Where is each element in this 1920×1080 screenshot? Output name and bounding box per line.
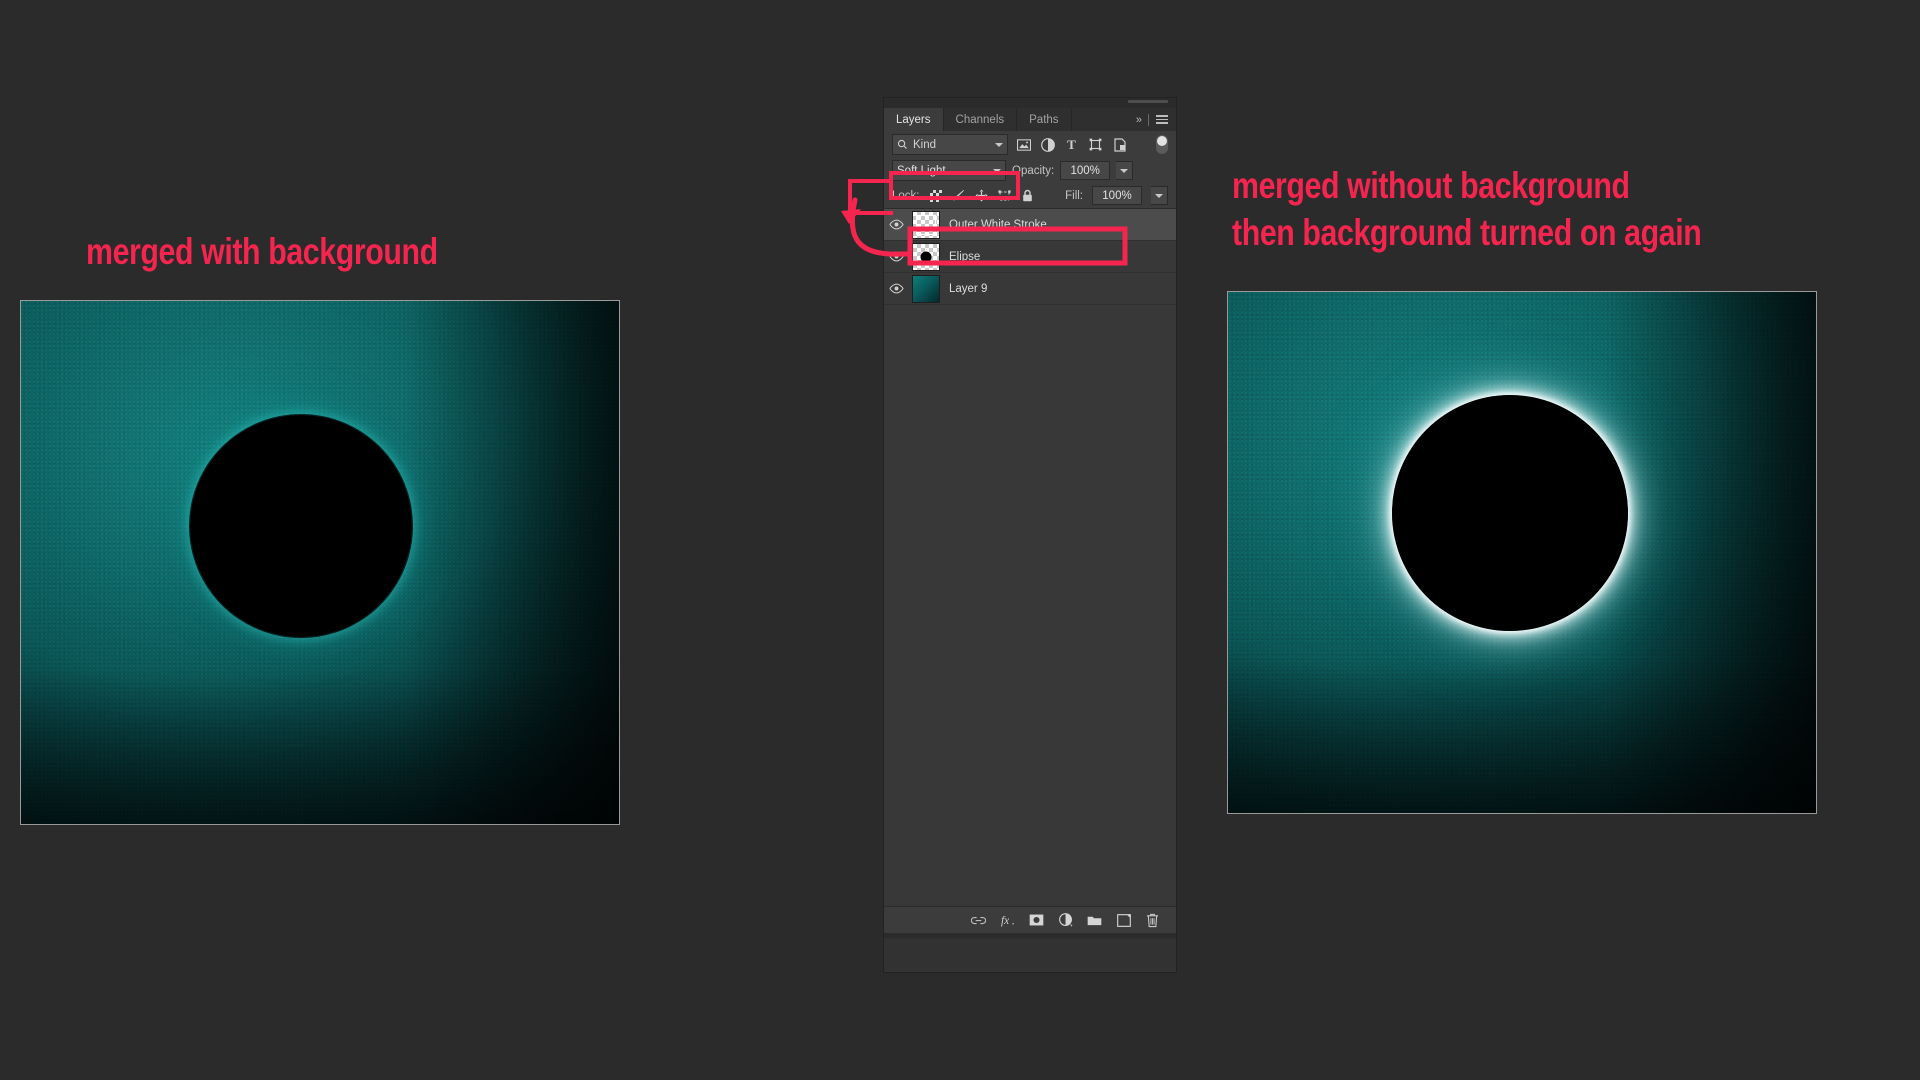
tab-bar-spacer xyxy=(1072,108,1136,131)
chevron-down-icon[interactable] xyxy=(995,143,1003,147)
filter-toggle-switch-icon[interactable] xyxy=(1156,135,1168,154)
panel-bottom-edge xyxy=(884,933,1176,938)
eye-icon[interactable] xyxy=(884,251,909,262)
layer-thumbnail[interactable] xyxy=(912,275,940,303)
fill-label: Fill: xyxy=(1065,190,1083,202)
caption-line-2: then background turned on again xyxy=(1232,209,1701,256)
lock-all-padlock-icon[interactable] xyxy=(1021,189,1035,203)
panel-grab-handle[interactable] xyxy=(1128,100,1168,103)
layer-name[interactable]: Outer White Stroke xyxy=(949,219,1047,231)
lock-label: Lock: xyxy=(892,190,920,202)
new-layer-icon[interactable] xyxy=(1116,913,1131,928)
black-disc xyxy=(1392,395,1628,631)
eye-icon[interactable] xyxy=(884,219,909,230)
pixel-layer-icon[interactable] xyxy=(1015,136,1032,153)
layers-panel[interactable]: Layers Channels Paths » Kind xyxy=(884,98,1176,972)
panel-title-bar[interactable] xyxy=(884,98,1176,108)
lock-position-move-icon[interactable] xyxy=(975,189,989,203)
black-circle-preview xyxy=(921,251,932,262)
tab-paths[interactable]: Paths xyxy=(1017,108,1071,131)
layer-thumbnail[interactable] xyxy=(912,211,940,239)
layer-filter-row[interactable]: Kind T xyxy=(884,131,1176,158)
black-disc xyxy=(190,415,412,637)
panel-footer-toolbar[interactable]: fx xyxy=(884,906,1176,933)
fill-chevron-down-icon[interactable] xyxy=(1151,186,1168,205)
opacity-label: Opacity: xyxy=(1012,165,1054,177)
link-layers-icon[interactable] xyxy=(971,913,986,928)
caption-merged-with-background: merged with background xyxy=(86,228,438,275)
blend-mode-row[interactable]: Soft Light Opacity: 100% xyxy=(884,158,1176,183)
white-stroke-preview xyxy=(916,215,936,235)
panel-tab-bar[interactable]: Layers Channels Paths » xyxy=(884,108,1176,131)
lock-row[interactable]: Lock: xyxy=(884,183,1176,209)
artwork-right-preview xyxy=(1227,291,1817,814)
layer-name[interactable]: Layer 9 xyxy=(949,283,987,295)
tab-layers[interactable]: Layers xyxy=(884,108,944,131)
caption-line-1: merged without background xyxy=(1232,162,1701,209)
svg-text:fx: fx xyxy=(1001,915,1009,927)
blend-mode-value: Soft Light xyxy=(897,165,946,177)
caption-merged-without-background: merged without background then backgroun… xyxy=(1232,162,1701,257)
table-row[interactable]: Outer White Stroke xyxy=(884,209,1176,241)
divider xyxy=(1148,114,1149,126)
smart-object-icon[interactable] xyxy=(1111,136,1128,153)
bottom-edge-shadow xyxy=(1227,657,1817,814)
lock-artboard-nesting-icon[interactable] xyxy=(998,189,1012,203)
blend-mode-select[interactable]: Soft Light xyxy=(892,160,1006,181)
bottom-edge-shadow xyxy=(20,668,620,826)
screenshot-canvas: merged with background merged without ba… xyxy=(0,0,1920,1080)
lock-image-pixels-brush-icon[interactable] xyxy=(952,189,966,203)
search-icon xyxy=(897,139,908,150)
tab-bar-controls: » xyxy=(1136,108,1176,131)
chevron-down-icon[interactable] xyxy=(993,169,1001,173)
table-row[interactable]: Layer 9 xyxy=(884,273,1176,305)
double-chevron-right-icon[interactable]: » xyxy=(1136,114,1141,126)
artwork-left-preview xyxy=(20,300,620,825)
filter-kind-label: Kind xyxy=(913,139,936,151)
lock-transparency-icon[interactable] xyxy=(929,189,943,203)
type-layer-icon[interactable]: T xyxy=(1063,136,1080,153)
svg-text:T: T xyxy=(1067,138,1076,151)
hamburger-menu-icon[interactable] xyxy=(1156,115,1168,124)
eye-icon[interactable] xyxy=(884,283,909,294)
filter-kind-select[interactable]: Kind xyxy=(892,134,1008,155)
new-group-folder-icon[interactable] xyxy=(1087,913,1102,928)
layer-name[interactable]: Elipse xyxy=(949,251,980,263)
new-adjustment-layer-icon[interactable] xyxy=(1058,913,1073,928)
opacity-chevron-down-icon[interactable] xyxy=(1116,161,1133,180)
layer-style-fx-icon[interactable]: fx xyxy=(1000,913,1015,928)
opacity-value[interactable]: 100% xyxy=(1060,161,1110,180)
tab-channels[interactable]: Channels xyxy=(944,108,1018,131)
layer-list-empty-area[interactable] xyxy=(884,305,1176,906)
layer-thumbnail[interactable] xyxy=(912,243,940,271)
table-row[interactable]: Elipse xyxy=(884,241,1176,273)
add-layer-mask-icon[interactable] xyxy=(1029,913,1044,928)
fill-value[interactable]: 100% xyxy=(1092,186,1142,205)
delete-layer-trash-icon[interactable] xyxy=(1145,913,1160,928)
layer-list[interactable]: Outer White Stroke Elipse xyxy=(884,209,1176,906)
adjustment-layer-icon[interactable] xyxy=(1039,136,1056,153)
shape-layer-icon[interactable] xyxy=(1087,136,1104,153)
